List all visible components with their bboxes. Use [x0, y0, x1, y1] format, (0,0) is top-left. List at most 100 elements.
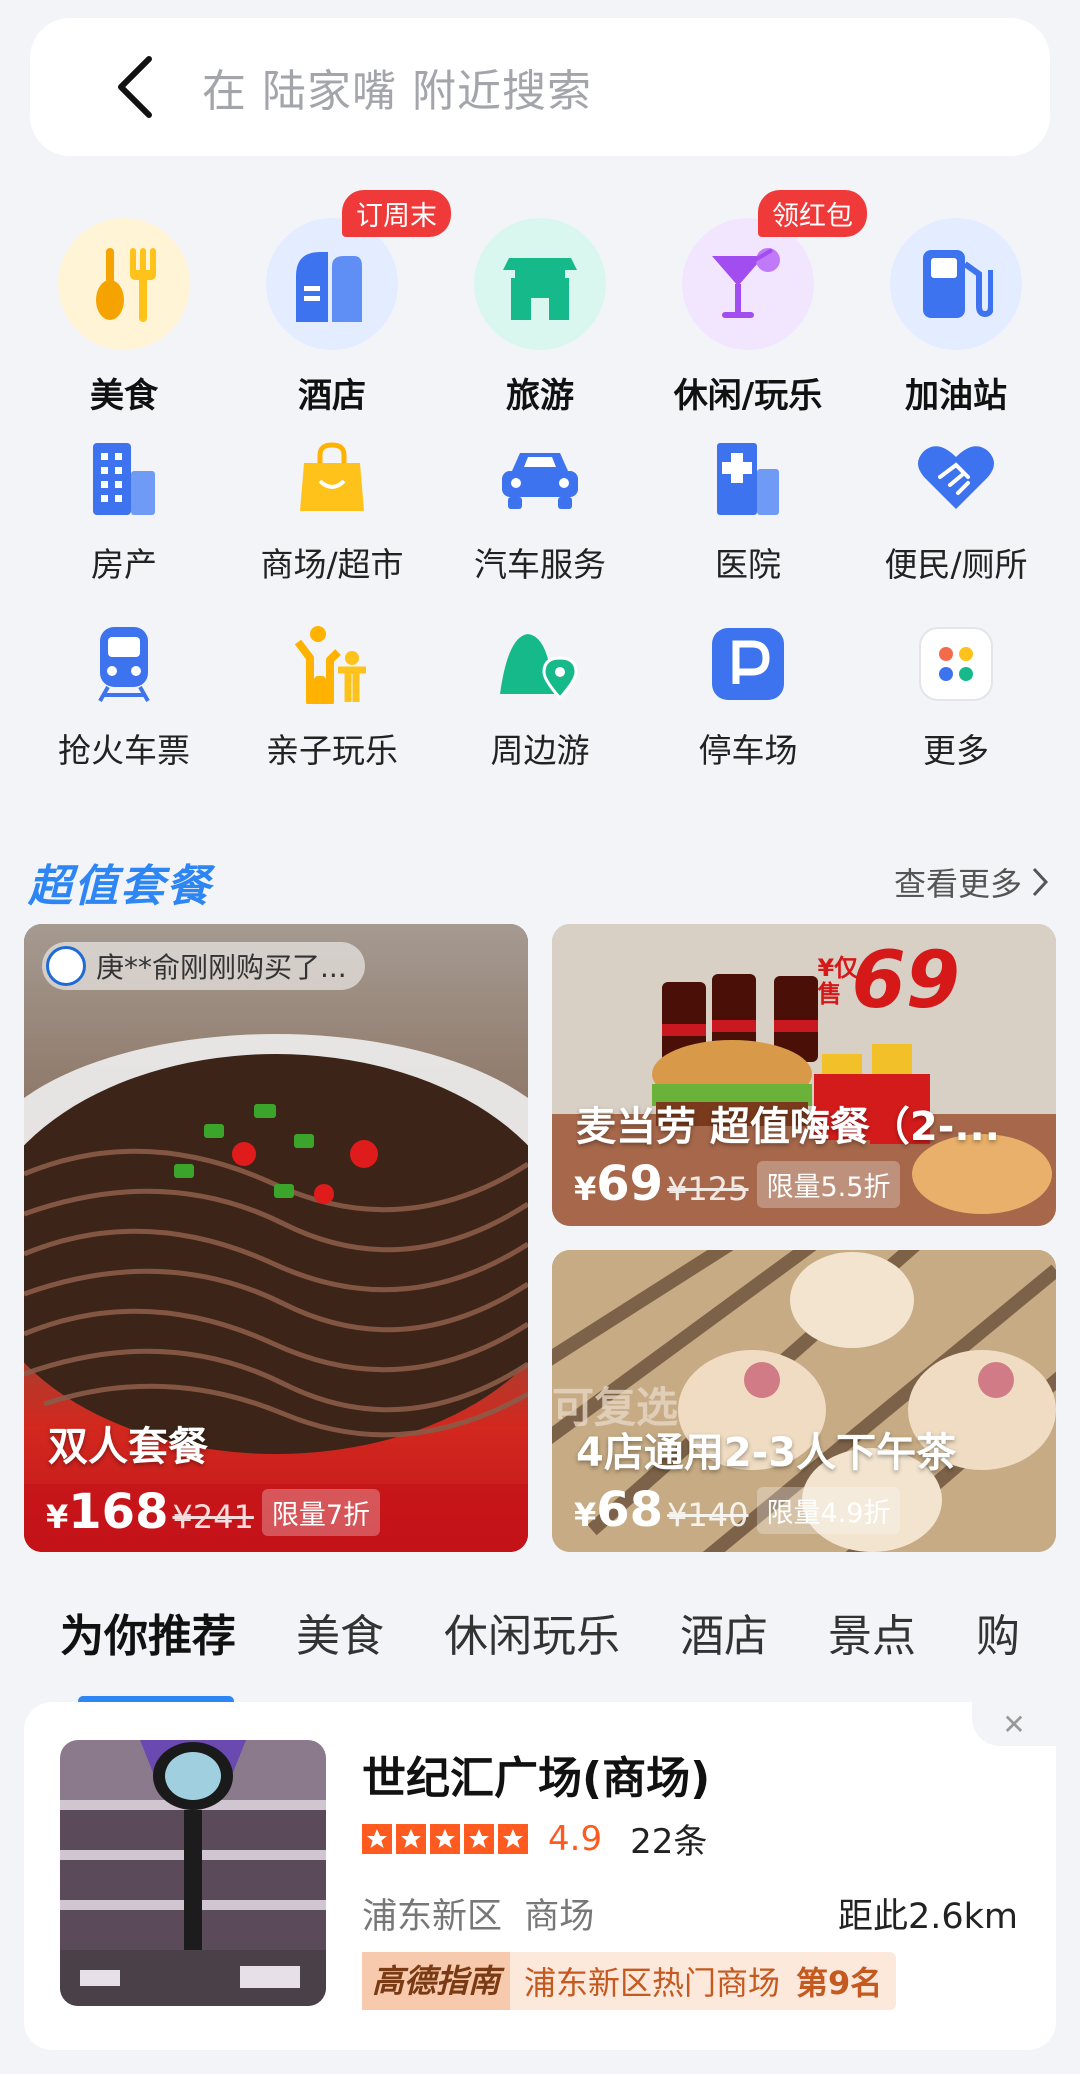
deal-title: 4店通用2-3人下午茶 — [576, 1430, 957, 1476]
recent-purchase-tag: 庚**俞刚刚购买了... — [42, 942, 365, 990]
star-icon — [464, 1823, 494, 1854]
handshake-heart-icon — [914, 436, 998, 520]
category-badge: 领红包 — [758, 190, 867, 237]
deal-discount: 限量7折 — [261, 1488, 381, 1536]
deal-currency: ¥ — [574, 1496, 597, 1534]
close-icon[interactable]: ✕ — [972, 1702, 1056, 1746]
category-label: 旅游 — [506, 376, 574, 416]
category-label: 抢火车票 — [58, 731, 190, 770]
guide-logo: 高德指南 — [362, 1952, 511, 2010]
building-icon — [82, 436, 166, 520]
category-label: 美食 — [90, 376, 158, 416]
shopping-bag-icon — [290, 436, 374, 520]
gas-station-icon — [890, 218, 1022, 350]
mountain-pin-icon — [498, 622, 582, 706]
tab-hotel[interactable]: 酒店 — [680, 1600, 768, 1664]
category-label: 商场/超市 — [260, 545, 404, 584]
category-more[interactable]: 更多 — [852, 606, 1060, 792]
category-label: 汽车服务 — [474, 545, 606, 584]
star-icon — [498, 1823, 528, 1854]
promo-price-badge: ¥仅售 69 — [817, 936, 960, 1026]
deal-currency: ¥ — [574, 1170, 597, 1208]
category-leisure[interactable]: 领红包 休闲/玩乐 — [644, 190, 867, 420]
category-grid: 美食 订周末 酒店 旅游 领红包 休闲/玩乐 加油站 房产 商场/超市 汽车服务… — [20, 190, 1060, 792]
guide-text: 浦东新区热门商场 — [524, 1964, 781, 2002]
recommend-tabs: 为你推荐 美食 休闲玩乐 酒店 景点 购 — [60, 1600, 1080, 1706]
category-label: 医院 — [715, 545, 781, 584]
category-gas-station[interactable]: 加油站 — [852, 190, 1060, 420]
distance: 距此2.6km — [837, 1897, 1018, 1937]
recommendation-card[interactable]: ✕ 世纪汇广场(商场) 4.9 22条 浦东新区 商场 距此2.6km 高德指南… — [24, 1702, 1056, 2050]
deal-currency: ¥ — [46, 1498, 69, 1536]
deal-price-row: ¥ 168 ¥241 限量7折 — [46, 1484, 381, 1540]
mall-thumbnail — [60, 1740, 326, 2006]
category-hospital[interactable]: 医院 — [644, 420, 852, 606]
category-label: 停车场 — [698, 731, 798, 770]
category-label: 周边游 — [490, 731, 590, 770]
category-convenience[interactable]: 便民/厕所 — [852, 420, 1060, 606]
deal-card-afternoon-tea[interactable]: 可复选 4店通用2-3人下午茶 ¥ 68 ¥140 限量4.9折 — [552, 1250, 1056, 1552]
star-icon — [362, 1823, 392, 1854]
place-area: 浦东新区 商场 — [362, 1888, 594, 1939]
parking-icon — [706, 622, 790, 706]
deal-card-noodles[interactable]: 庚**俞刚刚购买了... 双人套餐 ¥ 168 ¥241 限量7折 — [24, 924, 528, 1552]
tab-shopping[interactable]: 购 — [976, 1600, 1020, 1664]
deals-more-label: 查看更多 — [893, 865, 1022, 903]
recent-purchase-text: 庚**俞刚刚购买了... — [96, 951, 347, 984]
category-badge: 订周末 — [342, 190, 451, 237]
place-name: 世纪汇广场(商场) — [362, 1753, 711, 1804]
review-count: 22条 — [630, 1822, 708, 1862]
deal-price: 69 — [596, 1156, 664, 1212]
district: 浦东新区 — [362, 1897, 503, 1937]
category-label: 亲子玩乐 — [266, 731, 398, 770]
tab-food[interactable]: 美食 — [296, 1600, 384, 1664]
promo-big-price: 69 — [851, 936, 960, 1026]
search-input[interactable]: 在 陆家嘴 附近搜索 — [202, 55, 592, 119]
category-parking[interactable]: 停车场 — [644, 606, 852, 792]
promo-small-text: ¥仅售 — [817, 954, 859, 1008]
travel-icon — [474, 218, 606, 350]
tab-leisure[interactable]: 休闲玩乐 — [444, 1600, 620, 1664]
chevron-right-icon — [1032, 867, 1049, 897]
deal-price-row: ¥ 68 ¥140 限量4.9折 — [574, 1482, 901, 1538]
category-hotel[interactable]: 订周末 酒店 — [228, 190, 451, 420]
tab-for-you[interactable]: 为你推荐 — [60, 1600, 236, 1706]
deal-price-row: ¥ 69 ¥125 限量5.5折 — [574, 1156, 901, 1212]
category-parent-child[interactable]: 亲子玩乐 — [228, 606, 436, 792]
parent-child-icon — [290, 622, 374, 706]
category-travel[interactable]: 旅游 — [436, 190, 644, 420]
category-label: 休闲/玩乐 — [673, 376, 823, 416]
buyer-avatar — [46, 946, 86, 986]
deal-original-price: ¥125 — [667, 1170, 749, 1208]
deal-price: 168 — [68, 1484, 169, 1540]
category-real-estate[interactable]: 房产 — [20, 420, 228, 606]
place-type: 商场 — [524, 1897, 595, 1937]
category-label: 更多 — [923, 731, 989, 770]
deals-more-link[interactable]: 查看更多 — [894, 859, 1052, 905]
category-nearby-trip[interactable]: 周边游 — [436, 606, 644, 792]
category-label: 便民/厕所 — [884, 545, 1028, 584]
hospital-icon — [706, 436, 790, 520]
deal-card-mcdonalds[interactable]: ¥仅售 69 麦当劳 超值嗨餐（2-... ¥ 69 ¥125 限量5.5折 — [552, 924, 1056, 1226]
rating-row: 4.9 22条 — [362, 1814, 707, 1863]
deal-title: 双人套餐 — [48, 1424, 208, 1470]
deal-price: 68 — [596, 1482, 664, 1538]
category-label: 房产 — [91, 545, 157, 584]
category-mall[interactable]: 商场/超市 — [228, 420, 436, 606]
train-icon — [82, 622, 166, 706]
tab-attractions[interactable]: 景点 — [828, 1600, 916, 1664]
back-arrow-icon[interactable] — [90, 42, 180, 132]
rating-score: 4.9 — [548, 1818, 603, 1859]
guide-badge[interactable]: 高德指南 浦东新区热门商场 第9名 — [362, 1952, 897, 2010]
deal-title: 麦当劳 超值嗨餐（2-... — [576, 1104, 1000, 1150]
category-food[interactable]: 美食 — [20, 190, 228, 420]
search-bar[interactable]: 在 陆家嘴 附近搜索 — [30, 18, 1050, 156]
hotel-icon — [266, 218, 398, 350]
category-car-service[interactable]: 汽车服务 — [436, 420, 644, 606]
car-icon — [498, 436, 582, 520]
deal-original-price: ¥241 — [172, 1498, 254, 1536]
food-icon — [58, 218, 190, 350]
category-train-tickets[interactable]: 抢火车票 — [20, 606, 228, 792]
deals-title: 超值套餐 — [28, 861, 212, 912]
star-icon — [396, 1823, 426, 1854]
